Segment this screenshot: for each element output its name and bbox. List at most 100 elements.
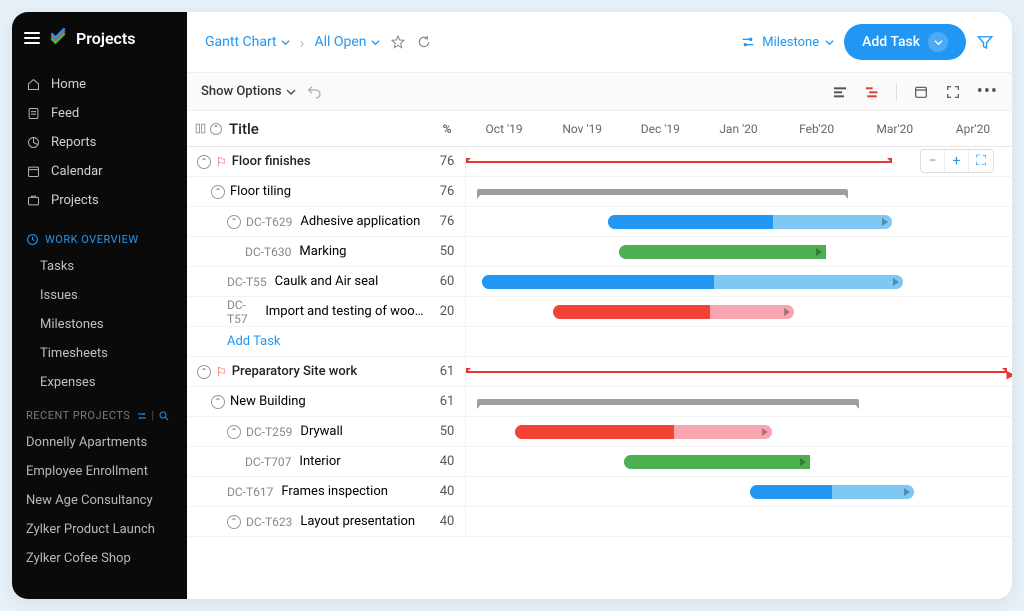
completion-pct: 40 [429,454,465,469]
search-icon[interactable] [158,410,170,422]
logo-mark-icon [48,26,68,50]
task-bar[interactable] [515,425,772,439]
sidebar-item-timesheets[interactable]: Timesheets [12,339,187,368]
task-title[interactable]: Marking [299,244,346,259]
month-header: Oct '19 [465,122,543,136]
collapse-icon[interactable]: ⌃ [211,395,225,409]
title-column-header[interactable]: Title [229,120,429,138]
task-title[interactable]: Add Task [227,334,281,349]
task-title[interactable]: Interior [299,454,340,469]
gantt-bar-area [465,267,1012,296]
parent-bar[interactable] [477,399,859,405]
undo-icon[interactable] [306,84,322,100]
gantt-view-icon[interactable] [864,84,880,100]
task-title[interactable]: Floor tiling [230,184,291,199]
task-bar[interactable] [608,215,892,229]
gantt-row: ⌃⚐Preparatory Site work61▶ [187,357,1012,387]
zoom-in-button[interactable]: + [945,150,969,172]
zoom-out-button[interactable]: − [921,150,945,172]
fullscreen-icon[interactable] [945,84,961,100]
more-icon[interactable]: ••• [977,81,998,102]
sidebar-item-calendar[interactable]: Calendar [12,157,187,186]
breadcrumb-separator: › [300,33,305,52]
collapse-icon[interactable]: ⌃ [227,425,241,439]
sidebar-item-reports[interactable]: Reports [12,128,187,157]
sidebar-item-milestones[interactable]: Milestones [12,310,187,339]
add-task-row[interactable]: Add Task [187,327,1012,357]
recent-project-item[interactable]: Donnelly Apartments [12,428,187,457]
recent-projects-label: RECENT PROJECTS | [12,397,187,428]
nav-label: Reports [51,135,96,150]
settings-toggle-icon[interactable] [136,410,148,422]
completion-pct: 60 [429,274,465,289]
star-icon[interactable] [390,34,406,50]
gantt-bar-area [465,297,1012,326]
milestone-selector[interactable]: Milestone [740,34,834,50]
gantt-row: DC-T57Import and testing of wood materia… [187,297,1012,327]
sidebar-item-issues[interactable]: Issues [12,281,187,310]
parent-bar[interactable] [477,189,848,195]
gantt-row: ⌃⚐Floor finishes76−+⛶ [187,147,1012,177]
recent-project-item[interactable]: Zylker Cofee Shop [12,544,187,573]
gantt-bar-area: −+⛶ [465,147,1012,176]
task-title[interactable]: New Building [230,394,306,409]
gantt-bar-area [465,327,1012,356]
recent-project-item[interactable]: Employee Enrollment [12,457,187,486]
gantt-bar-area: ▶ [465,357,1012,386]
recent-project-item[interactable]: Zylker Product Launch [12,515,187,544]
list-view-icon[interactable] [832,84,848,100]
task-title[interactable]: Import and testing of wood materials [265,304,429,319]
zoom-controls: −+⛶ [920,149,994,173]
task-bar[interactable] [482,275,902,289]
summary-bar[interactable] [466,161,892,163]
task-title[interactable]: Floor finishes [232,154,311,169]
overflow-arrow-icon: ▶ [1007,368,1012,381]
collapse-icon[interactable]: ⌃ [227,215,241,229]
task-id: DC-T707 [245,455,291,469]
fit-button[interactable]: ⛶ [969,150,993,172]
today-icon[interactable] [913,84,929,100]
summary-bar[interactable] [466,371,1007,373]
task-bar[interactable] [553,305,793,319]
gantt-bar-area [465,387,1012,416]
chevron-down-icon[interactable] [928,32,948,52]
task-bar[interactable] [750,485,914,499]
refresh-icon[interactable] [416,34,432,50]
gantt-row: DC-T55Caulk and Air seal60 [187,267,1012,297]
task-title[interactable]: Caulk and Air seal [275,274,379,289]
task-title[interactable]: Frames inspection [281,484,388,499]
recent-project-item[interactable]: New Age Consultancy [12,486,187,515]
sidebar-item-feed[interactable]: Feed [12,99,187,128]
gantt-bar-area [465,447,1012,476]
sidebar-item-expenses[interactable]: Expenses [12,368,187,397]
task-bar[interactable] [624,455,810,469]
task-title[interactable]: Preparatory Site work [232,364,357,379]
menu-icon[interactable] [24,32,40,44]
gantt-row: DC-T630Marking50 [187,237,1012,267]
collapse-icon[interactable]: ⌃ [197,155,211,169]
funnel-icon[interactable] [976,33,994,51]
app-logo[interactable]: Projects [12,12,187,64]
view-selector[interactable]: Gantt Chart [205,34,290,50]
collapse-icon[interactable]: ⌃ [227,515,241,529]
task-title[interactable]: Adhesive application [300,214,420,229]
collapse-icon[interactable]: ⌃ [211,185,225,199]
column-icon[interactable] [194,122,207,135]
show-options-button[interactable]: Show Options [201,84,296,99]
collapse-icon[interactable]: ⌃ [197,365,211,379]
gantt-bar-area [465,177,1012,206]
task-title[interactable]: Drywall [300,424,342,439]
sidebar-item-projects[interactable]: Projects [12,186,187,215]
filter-selector[interactable]: All Open [314,34,379,50]
sidebar-item-tasks[interactable]: Tasks [12,252,187,281]
sidebar-item-home[interactable]: Home [12,70,187,99]
topbar: Gantt Chart › All Open Milestone Add Tas… [187,12,1012,73]
collapse-all-icon[interactable]: ⌃ [210,123,222,135]
completion-pct: 61 [429,394,465,409]
task-bar[interactable] [619,245,826,259]
completion-pct: 76 [429,214,465,229]
task-title[interactable]: Layout presentation [300,514,415,529]
pct-column-header[interactable]: % [429,122,465,136]
add-task-button[interactable]: Add Task [844,24,966,60]
subbar: Show Options ••• [187,73,1012,111]
